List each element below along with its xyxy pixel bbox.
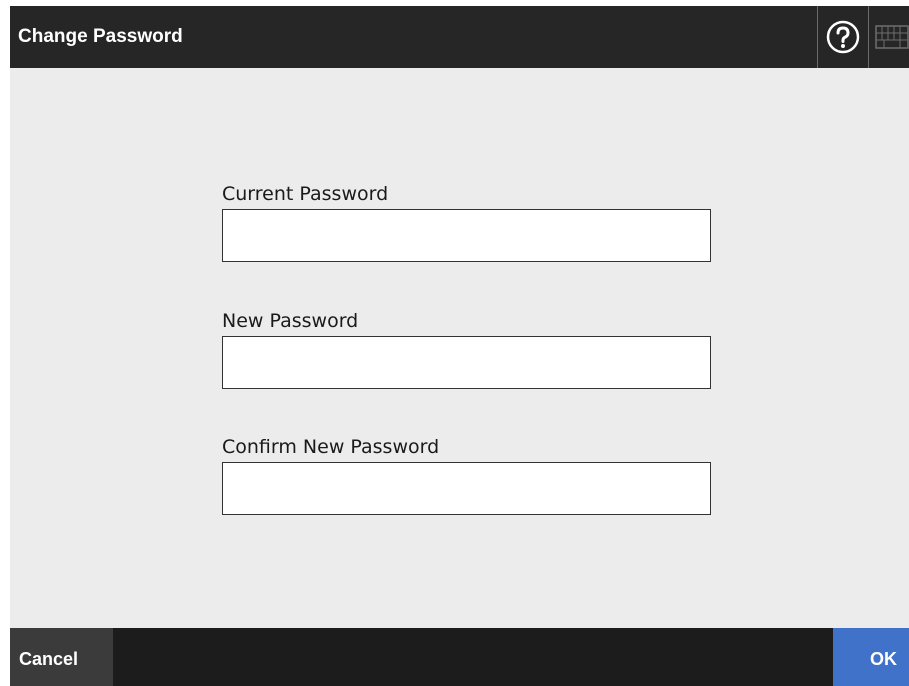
help-button[interactable]: [817, 6, 869, 68]
new-password-field[interactable]: [222, 336, 711, 389]
footer-bar: Cancel OK: [10, 628, 909, 686]
confirm-password-label: Confirm New Password: [222, 436, 440, 458]
help-question-icon: [826, 20, 860, 54]
change-password-window: Change Password Current Password New Pas…: [10, 6, 909, 686]
confirm-password-field[interactable]: [222, 462, 711, 515]
form-area: Current Password New Password Confirm Ne…: [10, 68, 909, 626]
keyboard-icon: [875, 25, 909, 49]
new-password-label: New Password: [222, 310, 359, 332]
ok-button[interactable]: OK: [833, 628, 909, 686]
cancel-button[interactable]: Cancel: [10, 628, 113, 686]
header-bar: Change Password: [10, 6, 909, 68]
current-password-field[interactable]: [222, 209, 711, 262]
current-password-label: Current Password: [222, 183, 389, 205]
page-title: Change Password: [18, 26, 183, 47]
keyboard-button[interactable]: [869, 6, 909, 68]
